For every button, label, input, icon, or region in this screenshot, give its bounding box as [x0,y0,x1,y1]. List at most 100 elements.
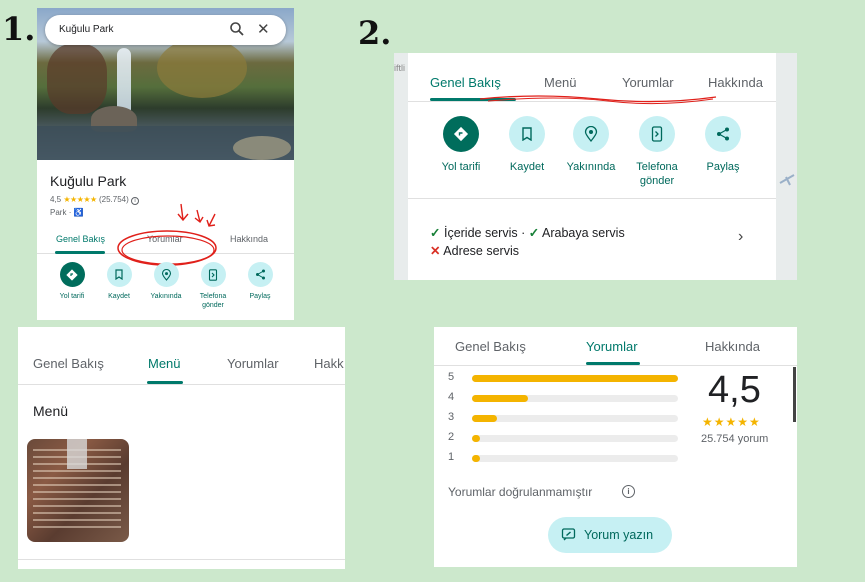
tab-overview[interactable]: Genel Bakış [33,356,104,371]
rating-bar-row[interactable]: 3 [448,411,678,424]
check-icon: ✓ [528,226,540,240]
nearby-button[interactable]: Yakınında [143,262,189,301]
save-label: Kaydet [509,161,545,173]
rating-bar-row[interactable]: 2 [448,431,678,444]
search-input[interactable]: Kuğulu Park [59,24,113,35]
write-review-button[interactable]: Yorum yazın [548,517,672,553]
search-bar[interactable]: Kuğulu Park ✕ [45,15,286,45]
rating-bar-row[interactable]: 5 [448,371,678,384]
menu-heading: Menü [33,403,69,419]
rating-bar-fill [472,435,480,442]
rating-bar-track [472,375,678,382]
send-to-phone-button[interactable]: Telefona gönder [622,116,692,188]
reviews-panel: Genel Bakış Yorumlar Hakkında 54321 4,5 … [434,327,797,567]
rating-bar-star-label: 3 [448,411,455,423]
tab-about[interactable]: Hakkında [708,75,763,90]
rating-bar-star-label: 1 [448,451,455,463]
rating-bar-star-label: 5 [448,371,455,383]
bookmark-icon [522,127,532,141]
rating-bar-track [472,415,678,422]
phone-icon [651,126,663,142]
step-number-1: 1. [2,10,36,48]
nearby-label: Yakınında [566,161,616,173]
cross-icon: ✕ [430,244,441,258]
map-fragment-text: iftli [394,63,405,73]
tab-about[interactable]: Hakkında [705,339,760,354]
close-icon[interactable]: ✕ [257,20,270,38]
save-button[interactable]: Kaydet [96,262,142,301]
service-delivery: Adrese servis [443,244,520,258]
bookmark-icon [115,269,123,280]
share-label: Paylaş [706,161,740,173]
service-options-line-1[interactable]: ✓ İçeride servis · ✓ Arabaya servis [430,225,625,240]
directions-icon [66,268,78,281]
rating-bar-fill [472,395,528,402]
write-review-label: Yorum yazın [584,528,654,542]
share-icon [255,269,265,280]
edit-review-icon [561,528,576,541]
directions-icon [453,126,469,142]
directions-label: Yol tarifi [59,293,85,300]
menu-photo[interactable] [27,439,129,542]
send-to-phone-button[interactable]: Telefona gönder [190,262,236,310]
send-to-phone-label-1: Telefona [199,293,227,300]
tab-about[interactable]: Hakk [314,356,344,371]
section-divider [18,559,345,560]
average-rating: 4,5 [708,369,761,411]
nearby-pin-icon [161,268,171,281]
service-separator: · [521,226,526,240]
rating-bar-track [472,395,678,402]
scrollbar[interactable] [793,367,796,422]
info-icon[interactable]: i [622,485,635,498]
rating-bar-track [472,435,678,442]
share-button[interactable]: Paylaş [237,262,283,301]
tab-reviews[interactable]: Yorumlar [622,75,674,90]
service-options-line-2[interactable]: ✕ Adrese servis [430,243,519,258]
directions-button[interactable]: Yol tarifi [49,262,95,301]
menu-panel: Genel Bakış Menü Yorumlar Hakk Menü [18,327,345,569]
rating-bar-fill [472,455,480,462]
tab-overview[interactable]: Genel Bakış [430,75,501,90]
share-icon [717,127,729,141]
check-icon: ✓ [430,226,441,240]
chevron-right-icon[interactable]: › [738,228,743,246]
send-to-phone-label-2: gönder [639,175,675,187]
save-label: Kaydet [108,293,130,300]
rating-bar-fill [472,415,497,422]
save-button[interactable]: Kaydet [492,116,562,174]
overview-card: Genel Bakış Menü Yorumlar Hakkında Yol t… [408,53,776,280]
tab-overview[interactable]: Genel Bakış [455,339,526,354]
annotation-underline [479,95,717,105]
tab-menu[interactable]: Menü [544,75,577,90]
phone-icon [208,268,218,281]
nearby-button[interactable]: Yakınında [556,116,626,174]
send-to-phone-label-1: Telefona [636,161,678,173]
map-plane-icon [779,174,795,186]
tab-divider [434,365,797,366]
review-count[interactable]: 25.754 yorum [701,433,768,445]
tab-divider [18,384,345,385]
tab-reviews[interactable]: Yorumlar [586,339,638,354]
rating-bar-track [472,455,678,462]
service-dine-in: İçeride servis [443,226,518,240]
nearby-label: Yakınında [150,293,182,300]
directions-label: Yol tarifi [441,161,481,173]
tab-reviews[interactable]: Yorumlar [227,356,279,371]
share-button[interactable]: Paylaş [688,116,758,174]
overview-services-panel: iftli Genel Bakış Menü Yorumlar Hakkında… [394,53,797,280]
rating-bar-row[interactable]: 4 [448,391,678,404]
tab-menu[interactable]: Menü [148,356,181,371]
rating-bar-row[interactable]: 1 [448,451,678,464]
search-icon[interactable] [229,21,245,37]
nearby-pin-icon [584,126,598,142]
average-stars: ★★★★★ [702,415,761,429]
send-to-phone-label-2: gönder [202,302,224,309]
rating-bar-star-label: 4 [448,391,455,403]
share-label: Paylaş [249,293,271,300]
unverified-note: Yorumlar doğrulanmamıştır [448,485,593,499]
step-number-2: 2. [358,14,392,52]
rating-bar-star-label: 2 [448,431,455,443]
place-overview-panel: Kuğulu Park ✕ Kuğulu Park 4,5 ★★★★★ (25.… [37,8,294,320]
service-drive-through: Arabaya servis [542,226,625,240]
directions-button[interactable]: Yol tarifi [426,116,496,174]
